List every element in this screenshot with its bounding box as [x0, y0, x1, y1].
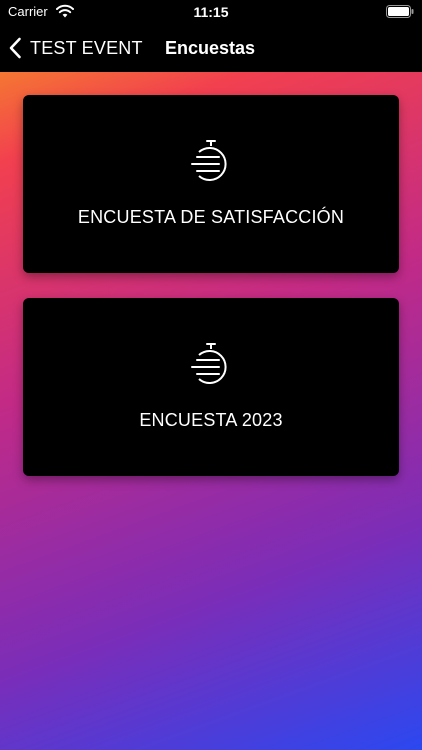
chevron-left-icon [9, 37, 21, 59]
survey-card-satisfaccion[interactable]: ENCUESTA DE SATISFACCIÓN [23, 95, 399, 273]
survey-card-2023[interactable]: ENCUESTA 2023 [23, 298, 399, 476]
back-label: TEST EVENT [30, 37, 143, 58]
navigation-bar: TEST EVENT Encuestas [0, 28, 422, 68]
survey-title: ENCUESTA 2023 [139, 410, 283, 430]
status-bar: Carrier 11:15 [0, 0, 422, 24]
top-bar: Carrier 11:15 TEST EVENT Encuestas [0, 0, 422, 72]
battery-icon [386, 5, 414, 18]
stopwatch-icon [191, 343, 227, 384]
page-title: Encuestas [165, 38, 256, 58]
survey-title: ENCUESTA DE SATISFACCIÓN [77, 207, 345, 227]
stopwatch-icon [191, 140, 227, 181]
back-button[interactable]: TEST EVENT [8, 34, 143, 62]
status-time: 11:15 [193, 4, 229, 20]
